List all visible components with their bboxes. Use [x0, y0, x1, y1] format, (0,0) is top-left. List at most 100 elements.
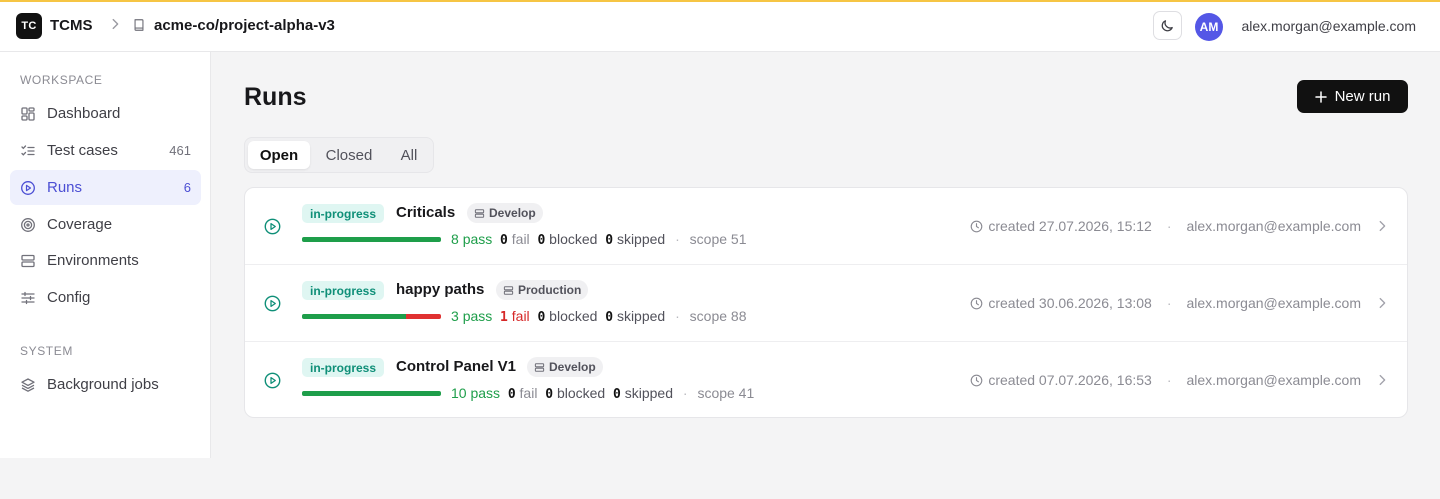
pass-count: 10	[451, 385, 467, 401]
run-row[interactable]: in-progress Control Panel V1 Develop 10 …	[245, 342, 1407, 417]
top-bar: TC TCMS acme-co/project-alpha-v3 AM alex…	[0, 2, 1440, 52]
dashboard-icon	[21, 106, 35, 121]
theme-toggle-button[interactable]	[1153, 11, 1182, 40]
blocked-count: 0	[537, 233, 546, 248]
target-icon	[21, 217, 35, 232]
environment-badge: Develop	[467, 203, 543, 223]
run-name[interactable]: Control Panel V1	[396, 358, 516, 375]
fail-label: fail	[519, 385, 538, 401]
sidebar-item-coverage[interactable]: Coverage	[10, 207, 201, 242]
fail-label: fail	[511, 231, 530, 247]
sidebar-item-count: 461	[169, 143, 191, 158]
chevron-right-icon[interactable]	[1375, 373, 1389, 387]
scope: scope 88	[689, 308, 747, 324]
moon-icon	[1161, 20, 1173, 32]
repository-icon	[134, 19, 144, 31]
server-icon	[534, 362, 545, 372]
clock-icon	[970, 297, 983, 309]
sidebar-item-label: Config	[47, 289, 91, 306]
sidebar-item-config[interactable]: Config	[10, 280, 201, 315]
run-name[interactable]: Criticals	[396, 204, 455, 221]
breadcrumb-repo[interactable]: acme-co/project-alpha-v3	[154, 17, 335, 34]
created-at: created 27.07.2026, 15:12	[988, 218, 1152, 234]
avatar[interactable]: AM	[1195, 13, 1223, 41]
skipped-label: skipped	[616, 308, 666, 324]
status-badge: in-progress	[302, 358, 385, 377]
server-icon	[474, 208, 485, 218]
sidebar-item-test-cases[interactable]: Test cases 461	[10, 133, 201, 168]
sidebar-item-runs[interactable]: Runs 6	[10, 170, 201, 205]
pass-count: 8	[451, 231, 459, 247]
chevron-right-icon	[112, 18, 119, 30]
sidebar-item-label: Runs	[47, 179, 83, 196]
environment-badge: Production	[496, 280, 589, 300]
sidebar-item-environments[interactable]: Environments	[10, 243, 201, 278]
scope: scope 51	[689, 231, 747, 247]
pass-count: 3	[451, 308, 459, 324]
blocked-count: 0	[545, 387, 554, 402]
chevron-right-icon[interactable]	[1375, 219, 1389, 233]
skipped-label: skipped	[616, 231, 666, 247]
run-meta: created 30.06.2026, 13:08 · alex.morgan@…	[970, 295, 1361, 311]
run-meta: created 07.07.2026, 16:53 · alex.morgan@…	[970, 372, 1361, 388]
tab-all[interactable]: All	[388, 141, 430, 169]
clock-icon	[970, 374, 983, 386]
play-circle-icon	[264, 218, 281, 235]
environment-label: Develop	[489, 206, 536, 220]
run-stats: 3 pass 1 fail 0 blocked 0 skipped · scop…	[451, 308, 747, 325]
run-stats: 10 pass 0 fail 0 blocked 0 skipped · sco…	[451, 385, 755, 402]
sidebar-section-system: SYSTEM	[20, 344, 73, 358]
run-row[interactable]: in-progress happy paths Production 3 pas…	[245, 265, 1407, 342]
fail-count: 1	[500, 310, 508, 325]
progress-pass-segment	[302, 391, 441, 396]
environment-badge: Develop	[527, 357, 603, 377]
tab-closed[interactable]: Closed	[312, 141, 386, 169]
status-badge: in-progress	[302, 281, 385, 300]
run-stats: 8 pass 0 fail 0 blocked 0 skipped · scop…	[451, 231, 747, 248]
new-run-button[interactable]: New run	[1297, 80, 1408, 113]
sidebar: WORKSPACE Dashboard Test cases 461 Runs …	[0, 52, 211, 458]
server-icon	[503, 285, 514, 295]
chevron-right-icon[interactable]	[1375, 296, 1389, 310]
play-circle-icon	[21, 180, 35, 195]
run-meta: created 27.07.2026, 15:12 · alex.morgan@…	[970, 218, 1361, 234]
pass-label: pass	[470, 385, 501, 401]
run-filter-tabs: Open Closed All	[244, 137, 434, 173]
user-email[interactable]: alex.morgan@example.com	[1241, 18, 1416, 34]
app-logo[interactable]: TC	[16, 13, 42, 39]
run-progress-bar	[302, 237, 441, 242]
sidebar-item-label: Test cases	[47, 142, 118, 159]
page-title: Runs	[244, 83, 307, 111]
sidebar-item-label: Environments	[47, 252, 139, 269]
runs-list: in-progress Criticals Develop 8 pass 0 f…	[244, 187, 1408, 418]
plus-icon	[1314, 90, 1327, 103]
layers-icon	[21, 377, 35, 392]
sidebar-item-background-jobs[interactable]: Background jobs	[10, 367, 201, 402]
environment-label: Production	[518, 283, 582, 297]
environment-label: Develop	[549, 360, 596, 374]
run-row[interactable]: in-progress Criticals Develop 8 pass 0 f…	[245, 188, 1407, 265]
blocked-label: blocked	[549, 308, 598, 324]
pass-label: pass	[462, 231, 493, 247]
created-at: created 07.07.2026, 16:53	[988, 372, 1152, 388]
sidebar-section-workspace: WORKSPACE	[20, 73, 103, 87]
sidebar-item-dashboard[interactable]: Dashboard	[10, 96, 201, 131]
list-check-icon	[21, 144, 35, 156]
tab-open[interactable]: Open	[248, 141, 310, 169]
blocked-count: 0	[537, 310, 546, 325]
run-progress-bar	[302, 314, 441, 319]
server-icon	[21, 254, 35, 267]
skipped-count: 0	[613, 387, 621, 402]
sidebar-item-count: 6	[183, 180, 191, 195]
clock-icon	[970, 220, 983, 232]
scope: scope 41	[697, 385, 755, 401]
run-progress-bar	[302, 391, 441, 396]
sidebar-item-label: Coverage	[47, 216, 113, 233]
play-circle-icon	[264, 295, 281, 312]
sliders-icon	[21, 291, 35, 304]
status-badge: in-progress	[302, 204, 385, 223]
fail-count: 0	[507, 387, 516, 402]
blocked-label: blocked	[556, 385, 606, 401]
run-name[interactable]: happy paths	[396, 281, 484, 298]
app-brand[interactable]: TCMS	[50, 17, 93, 34]
